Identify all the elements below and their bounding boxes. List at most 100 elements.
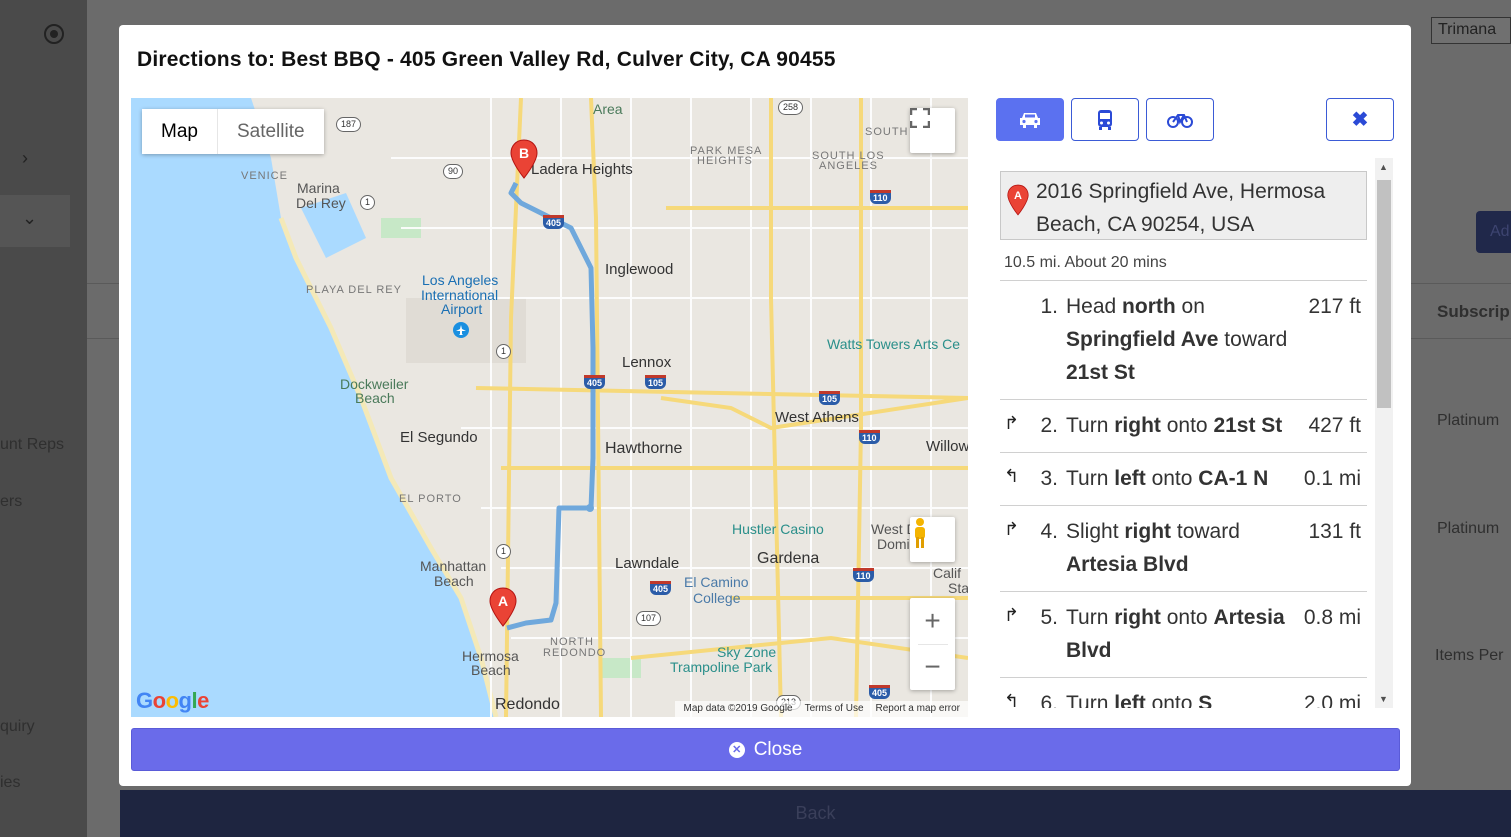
directions-panel: A 2016 Springfield Ave, Hermosa Beach, C…	[999, 158, 1394, 708]
pegman-icon	[915, 518, 925, 548]
direction-step[interactable]: ↱ 2. Turn right onto 21st St 427 ft	[1000, 399, 1367, 452]
scroll-up-icon[interactable]: ▲	[1379, 162, 1388, 172]
route-summary: 10.5 mi. About 20 mins	[1004, 254, 1167, 271]
major-roads	[475, 98, 968, 717]
close-circle-icon: ✕	[728, 741, 745, 758]
route-shield: 1	[360, 195, 376, 210]
scroll-down-icon[interactable]: ▼	[1379, 694, 1388, 704]
direction-step[interactable]: 1. Head north on Springfield Ave toward 2…	[1000, 280, 1367, 399]
terms-of-use-link[interactable]: Terms of Use	[805, 703, 864, 715]
map-label: Ladera Heights	[531, 161, 633, 178]
map-label: College	[693, 590, 741, 606]
background-sidebar-item: unt Reps	[0, 436, 65, 453]
destination-pin-icon[interactable]: B	[510, 139, 538, 179]
step-text: onto	[1145, 467, 1199, 490]
zoom-out-button[interactable]: −	[910, 645, 955, 690]
transit-mode-button[interactable]	[1071, 98, 1139, 141]
map-label: Sta	[948, 580, 968, 596]
map-label: Beach	[471, 662, 511, 678]
route-shield: 1	[496, 344, 512, 359]
settings-icon	[44, 24, 64, 44]
direction-step[interactable]: ↰ 6. Turn left onto S Aviation Blvd 2.0 mi	[1000, 677, 1367, 708]
scrollbar-thumb[interactable]	[1377, 180, 1391, 408]
map-label: HEIGHTS	[697, 155, 753, 167]
car-icon	[1020, 112, 1040, 128]
map-label: ANGELES	[819, 160, 878, 172]
map-label: Trampoline Park	[670, 659, 773, 675]
close-directions-button[interactable]: ✖	[1326, 98, 1394, 141]
step-instruction: Turn left onto CA-1 N	[1066, 462, 1295, 495]
bicycle-icon	[1167, 113, 1193, 128]
start-marker-icon: A	[1007, 184, 1029, 216]
map-label: Hawthorne	[605, 440, 683, 457]
driving-mode-button[interactable]	[996, 98, 1064, 141]
map-type-toggle: Map Satellite	[142, 109, 324, 154]
zoom-in-button[interactable]: +	[910, 599, 955, 644]
direction-step[interactable]: ↱ 5. Turn right onto Artesia Blvd 0.8 mi	[1000, 591, 1367, 677]
airport-icon	[453, 322, 469, 338]
step-text: Turn	[1066, 414, 1115, 437]
map-label: REDONDO	[543, 647, 607, 659]
close-button[interactable]: ✕ Close	[131, 728, 1400, 771]
park	[601, 658, 641, 678]
bicycling-mode-button[interactable]	[1146, 98, 1214, 141]
background-sidebar-item: ers	[0, 493, 23, 510]
map-label: Los Angeles	[422, 272, 499, 288]
background-header-input: Trimana	[1431, 17, 1511, 44]
map-label: Marina	[297, 180, 340, 196]
step-distance: 427 ft	[1308, 414, 1361, 437]
direction-icon	[1000, 290, 1024, 389]
step-instruction: Turn right onto 21st St	[1066, 409, 1295, 442]
map-canvas	[131, 98, 968, 717]
step-emphasis: right	[1124, 520, 1172, 543]
step-emphasis: 21st St	[1066, 361, 1135, 384]
step-instruction: Turn left onto S Aviation Blvd	[1066, 687, 1295, 708]
map-label: Domi	[877, 536, 910, 552]
directions-scrollbar[interactable]: ▲ ▼	[1375, 158, 1393, 708]
step-distance: 217 ft	[1308, 295, 1361, 318]
map-label: El Segundo	[400, 429, 478, 446]
step-emphasis: left	[1114, 692, 1146, 708]
step-emphasis: CA-1 N	[1198, 467, 1269, 490]
map-label: Gardena	[757, 550, 820, 567]
direction-step[interactable]: ↰ 3. Turn left onto CA-1 N 0.1 mi	[1000, 452, 1367, 505]
map-label: Calif	[933, 565, 962, 581]
background-cell: Items Per	[1435, 647, 1504, 664]
step-instruction: Turn right onto Artesia Blvd	[1066, 601, 1295, 667]
street-view-button[interactable]	[910, 517, 955, 562]
map-label: Manhattan	[420, 558, 487, 574]
start-marker-label: A	[1014, 190, 1022, 202]
background-add-button: Ad	[1476, 211, 1511, 253]
map-label: Del Rey	[296, 195, 346, 211]
map-label: Watts Towers Arts Ce	[827, 336, 961, 352]
route-shield: 187	[336, 117, 362, 132]
route-path	[506, 181, 596, 631]
map-type-satellite-button[interactable]: Satellite	[217, 109, 324, 154]
interstate-shield: 405	[584, 375, 606, 389]
step-number: 6.	[1040, 692, 1058, 708]
map-type-map-button[interactable]: Map	[142, 109, 217, 154]
zoom-control: + −	[910, 598, 955, 690]
step-text: Slight	[1066, 520, 1125, 543]
report-map-error-link[interactable]: Report a map error	[876, 703, 960, 715]
step-emphasis: 21st St	[1213, 414, 1283, 437]
step-distance: 131 ft	[1308, 520, 1361, 543]
start-pin-icon[interactable]: A	[489, 587, 517, 627]
background-column-header: Subscrip	[1437, 302, 1510, 321]
directions-steps: 1. Head north on Springfield Ave toward 2…	[1000, 280, 1367, 708]
interstate-shield: 405	[543, 215, 565, 229]
map[interactable]: Ladera Heights Inglewood Los Angeles Int…	[131, 98, 968, 717]
interstate-shield: 105	[645, 375, 667, 389]
background-sidebar-item: quiry	[0, 718, 35, 735]
step-text: Head	[1066, 295, 1123, 318]
map-label: VENICE	[241, 170, 288, 182]
step-emphasis: right	[1114, 414, 1161, 437]
fullscreen-button[interactable]	[910, 108, 955, 153]
direction-step[interactable]: ↱ 4. Slight right toward Artesia Blvd 131 f…	[1000, 505, 1367, 591]
close-button-label: Close	[753, 738, 803, 760]
step-text: onto	[1160, 414, 1214, 437]
step-text: toward	[1218, 328, 1288, 351]
step-emphasis: Artesia Blvd	[1066, 553, 1189, 576]
map-label: Lawndale	[615, 555, 680, 572]
close-icon: ✖	[1351, 109, 1369, 131]
